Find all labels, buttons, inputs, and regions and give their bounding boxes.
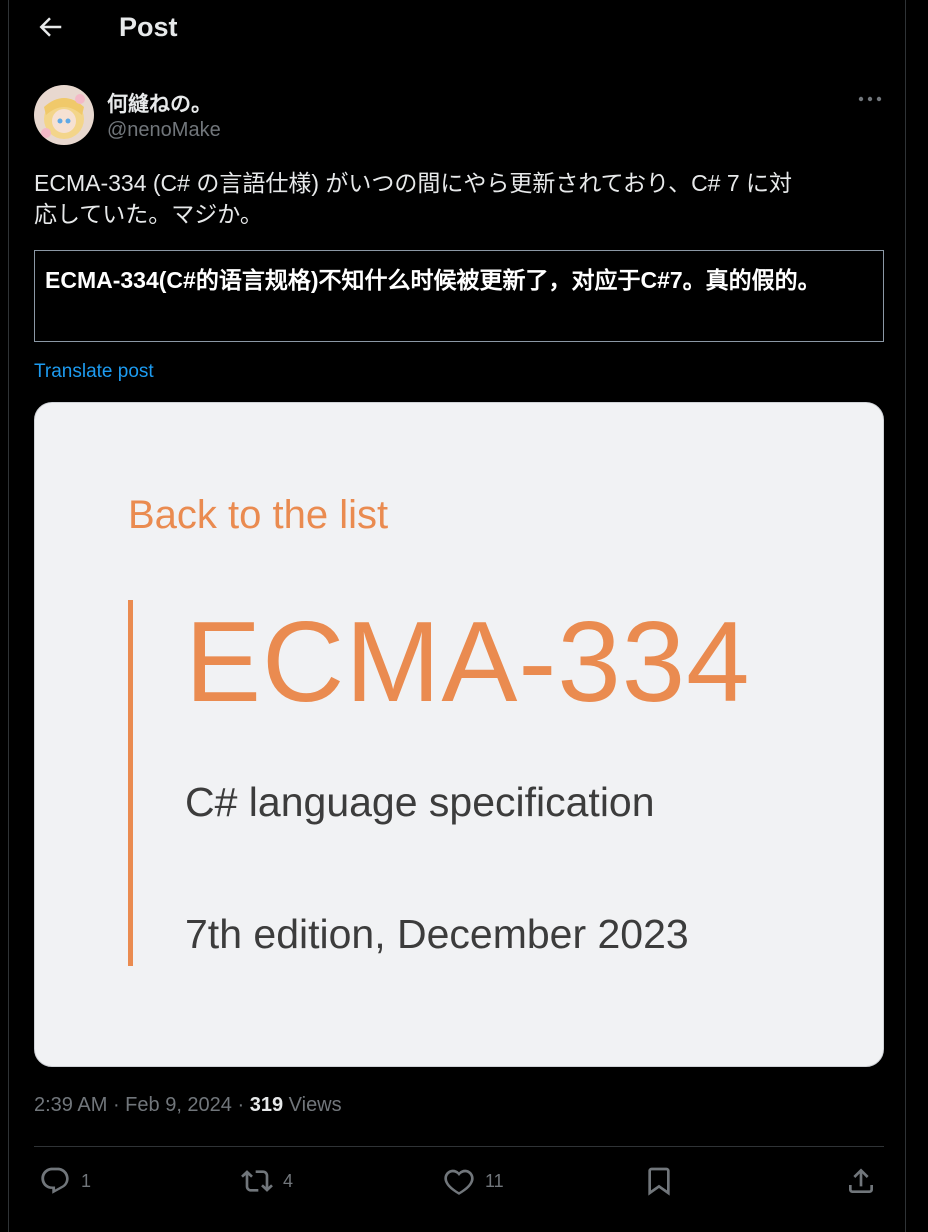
- attached-image[interactable]: Back to the list ECMA-334 C# language sp…: [34, 402, 884, 1067]
- post-date[interactable]: Feb 9, 2024: [125, 1094, 232, 1116]
- media-title: ECMA-334: [185, 599, 751, 726]
- repost-icon: [241, 1170, 273, 1192]
- media-accent-bar: [128, 600, 133, 966]
- translate-post-link[interactable]: Translate post: [34, 361, 154, 383]
- more-horizontal-icon: [858, 96, 882, 102]
- divider: [34, 1146, 884, 1147]
- share-icon: [849, 1168, 873, 1193]
- more-options-button[interactable]: [855, 88, 885, 110]
- meta-separator: ·: [237, 1094, 250, 1116]
- back-button[interactable]: [35, 12, 65, 42]
- share-button[interactable]: [845, 1164, 877, 1198]
- meta-separator: ·: [112, 1094, 126, 1116]
- post-text-line: 応していた。マジか。: [34, 201, 263, 227]
- reply-count: 1: [81, 1170, 92, 1191]
- media-back-to-list-text: Back to the list: [128, 493, 389, 537]
- header: Post: [9, 0, 905, 56]
- repost-button[interactable]: 4: [241, 1164, 293, 1198]
- like-count: 11: [485, 1170, 504, 1191]
- heart-icon: [444, 1169, 474, 1195]
- bookmark-button[interactable]: [643, 1164, 675, 1198]
- avatar[interactable]: [34, 85, 94, 145]
- page-title: Post: [119, 12, 178, 42]
- media-subtitle: C# language specification: [185, 779, 655, 825]
- author-handle[interactable]: @nenoMake: [107, 119, 221, 142]
- views-count: 319: [249, 1094, 284, 1116]
- views-label: Views: [288, 1094, 342, 1116]
- media-edition: 7th edition, December 2023: [185, 911, 689, 957]
- repost-count: 4: [283, 1170, 294, 1191]
- avatar-image: [34, 85, 94, 145]
- author-display-name[interactable]: 何縫ねの。: [107, 88, 212, 118]
- like-button[interactable]: 11: [443, 1164, 504, 1198]
- post-metadata: 2:39 AM · Feb 9, 2024 · 319 Views: [34, 1094, 342, 1117]
- post-text: ECMA-334 (C# の言語仕様) がいつの間にやら更新されており、C# 7…: [34, 168, 884, 230]
- post-column: Post 何縫ねの。 @nenoMake ECMA-334 (C# の言語仕様)…: [8, 0, 906, 1232]
- arrow-left-icon: [39, 17, 62, 37]
- bookmark-icon: [648, 1167, 670, 1196]
- post-time[interactable]: 2:39 AM: [34, 1094, 107, 1116]
- translation-box: ECMA-334(C#的语言规格)不知什么时候被更新了，对应于C#7。真的假的。: [34, 250, 884, 342]
- reply-button[interactable]: 1: [39, 1164, 91, 1198]
- post-text-line: ECMA-334 (C# の言語仕様) がいつの間にやら更新されており、C# 7…: [34, 170, 793, 196]
- reply-icon: [41, 1167, 69, 1194]
